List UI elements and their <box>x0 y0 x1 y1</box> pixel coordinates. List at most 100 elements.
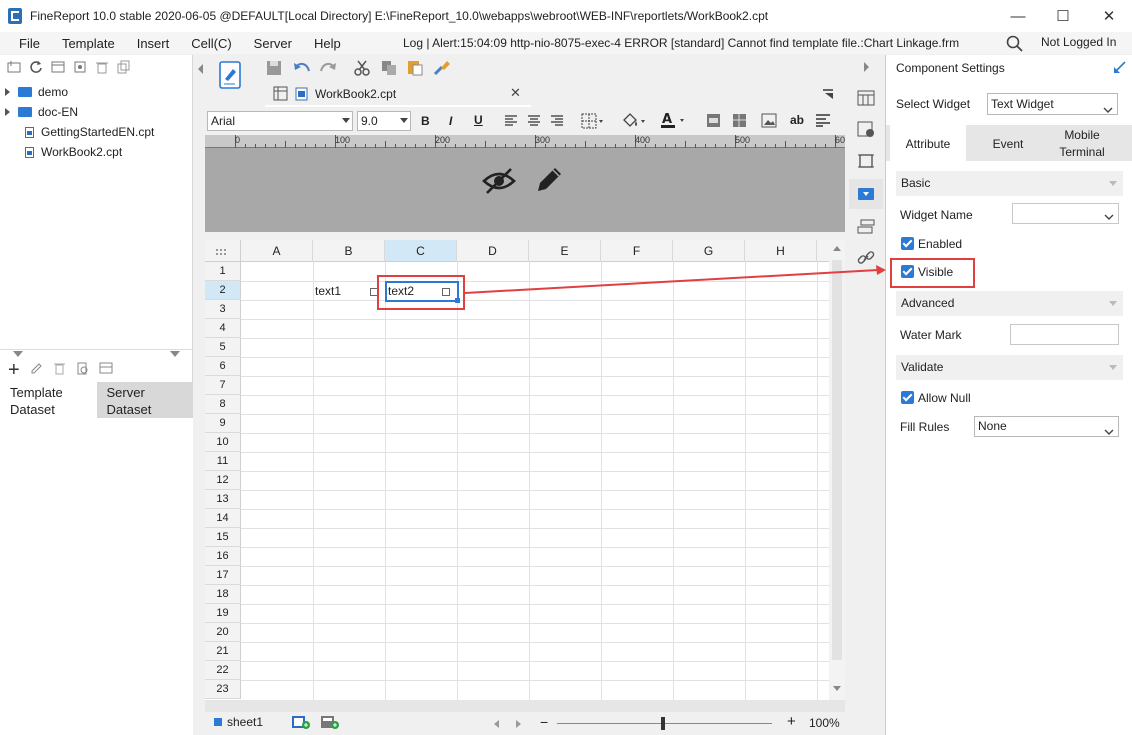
chevron-down-icon[interactable] <box>1109 301 1117 306</box>
scrollbar-thumb[interactable] <box>832 260 842 660</box>
template-view-icon[interactable] <box>51 60 65 77</box>
format-painter-icon[interactable] <box>433 59 451 79</box>
row-header[interactable]: 11 <box>205 452 241 471</box>
copy-cell-icon[interactable] <box>381 60 397 79</box>
row-header[interactable]: 9 <box>205 414 241 433</box>
unmerge-cells-icon[interactable] <box>732 113 747 131</box>
text-direction-icon[interactable]: ab <box>790 113 804 127</box>
bold-button[interactable]: B <box>421 114 430 128</box>
row-header[interactable]: 23 <box>205 680 241 699</box>
float-element-icon[interactable] <box>858 153 874 172</box>
insert-image-icon[interactable] <box>761 113 777 131</box>
refresh-icon[interactable] <box>29 60 43 77</box>
row-header[interactable]: 3 <box>205 300 241 319</box>
row-header[interactable]: 22 <box>205 661 241 680</box>
cut-icon[interactable] <box>354 60 370 79</box>
parameter-pane[interactable] <box>205 148 845 232</box>
chevron-down-icon[interactable] <box>1109 365 1117 370</box>
italic-button[interactable]: I <box>449 114 452 128</box>
sheet-tab[interactable]: sheet1 <box>227 715 263 729</box>
log-message[interactable]: Log | Alert:15:04:09 http-nio-8075-exec-… <box>403 36 959 50</box>
add-dashboard-sheet-icon[interactable] <box>320 715 340 733</box>
merge-cells-icon[interactable] <box>706 113 721 131</box>
new-folder-icon[interactable] <box>7 60 21 77</box>
allow-null-checkbox[interactable]: Allow Null <box>901 391 971 405</box>
row-header[interactable]: 10 <box>205 433 241 452</box>
menu-template[interactable]: Template <box>52 36 125 51</box>
add-report-sheet-icon[interactable] <box>291 715 311 733</box>
collapse-up-icon[interactable] <box>13 351 23 357</box>
tree-item-workbook2[interactable]: WorkBook2.cpt <box>0 142 192 162</box>
collapse-down-icon[interactable] <box>170 351 180 357</box>
new-template-icon[interactable] <box>219 61 241 96</box>
scroll-up-icon[interactable] <box>833 246 841 251</box>
chevron-down-icon[interactable] <box>342 118 350 123</box>
row-header[interactable]: 1 <box>205 262 241 281</box>
tab-event[interactable]: Event <box>970 125 1046 161</box>
tab-attribute[interactable]: Attribute <box>890 125 966 161</box>
chevron-down-icon[interactable] <box>1103 100 1113 120</box>
copy-icon[interactable] <box>117 60 131 77</box>
widget-name-input[interactable] <box>1012 203 1119 224</box>
row-header[interactable]: 19 <box>205 604 241 623</box>
row-header[interactable]: 15 <box>205 528 241 547</box>
maximize-button[interactable]: ☐ <box>1040 0 1086 32</box>
section-advanced[interactable]: Advanced <box>896 291 1123 316</box>
dataset-params-icon[interactable] <box>99 362 113 378</box>
row-header[interactable]: 2 <box>205 281 241 300</box>
horizontal-scrollbar[interactable] <box>205 700 845 712</box>
tab-workbook2[interactable]: WorkBook2.cpt ✕ <box>265 82 531 107</box>
chevron-down-icon[interactable] <box>1109 181 1117 186</box>
tree-item-demo[interactable]: demo <box>0 82 192 102</box>
row-header[interactable]: 20 <box>205 623 241 642</box>
close-tab-icon[interactable]: ✕ <box>510 85 521 101</box>
condition-attribute-icon[interactable] <box>857 219 875 238</box>
font-color-icon[interactable]: A <box>660 111 688 133</box>
font-family-select[interactable]: Arial <box>207 111 353 131</box>
row-header[interactable]: 17 <box>205 566 241 585</box>
row-header[interactable]: 8 <box>205 395 241 414</box>
chevron-down-icon[interactable] <box>1104 423 1114 442</box>
align-right-icon[interactable] <box>550 115 564 130</box>
login-status[interactable]: Not Logged In <box>1041 35 1116 49</box>
add-dataset-icon[interactable]: + <box>8 360 20 380</box>
spreadsheet-grid[interactable]: A B C D E F G H 1 2 3 4 5 6 7 8 9 10 11 … <box>205 240 845 700</box>
row-header[interactable]: 12 <box>205 471 241 490</box>
close-button[interactable]: ✕ <box>1086 0 1132 32</box>
row-header[interactable]: 21 <box>205 642 241 661</box>
fill-rules-dropdown[interactable]: None <box>974 416 1119 437</box>
delete-dataset-icon[interactable] <box>53 362 66 378</box>
collapse-right-icon[interactable] <box>864 62 869 72</box>
section-basic[interactable]: Basic <box>896 171 1123 196</box>
paste-icon[interactable] <box>407 59 423 79</box>
minimize-button[interactable]: — <box>995 0 1041 32</box>
border-icon[interactable] <box>581 113 605 132</box>
hide-eye-icon[interactable] <box>482 166 516 199</box>
row-header[interactable]: 7 <box>205 376 241 395</box>
menu-help[interactable]: Help <box>304 36 351 51</box>
tab-template-dataset[interactable]: Template Dataset <box>0 382 97 418</box>
widget-settings-tab[interactable] <box>849 179 883 209</box>
tree-item-doc-en[interactable]: doc-EN <box>0 102 192 122</box>
expand-icon[interactable] <box>5 108 10 116</box>
chevron-down-icon[interactable] <box>1104 210 1114 224</box>
section-validate[interactable]: Validate <box>896 355 1123 380</box>
align-left-icon[interactable] <box>504 115 518 130</box>
zoom-slider-thumb[interactable] <box>661 717 665 730</box>
menu-server[interactable]: Server <box>244 36 302 51</box>
redo-icon[interactable] <box>319 60 337 79</box>
underline-button[interactable]: U <box>474 113 483 127</box>
row-header[interactable]: 14 <box>205 509 241 528</box>
tree-item-gettingstarted[interactable]: GettingStartedEN.cpt <box>0 122 192 142</box>
hyperlink-icon[interactable] <box>857 249 875 270</box>
tab-mobile-terminal[interactable]: Mobile Terminal <box>1052 127 1112 161</box>
enabled-checkbox[interactable]: Enabled <box>901 237 962 251</box>
menu-file[interactable]: File <box>9 36 50 51</box>
edit-pencil-icon[interactable] <box>533 164 565 199</box>
undo-icon[interactable] <box>293 60 311 79</box>
delete-icon[interactable] <box>95 60 109 77</box>
row-header[interactable]: 16 <box>205 547 241 566</box>
zoom-out-button[interactable]: − <box>540 714 548 730</box>
row-header[interactable]: 13 <box>205 490 241 509</box>
settings-icon[interactable] <box>73 60 87 77</box>
